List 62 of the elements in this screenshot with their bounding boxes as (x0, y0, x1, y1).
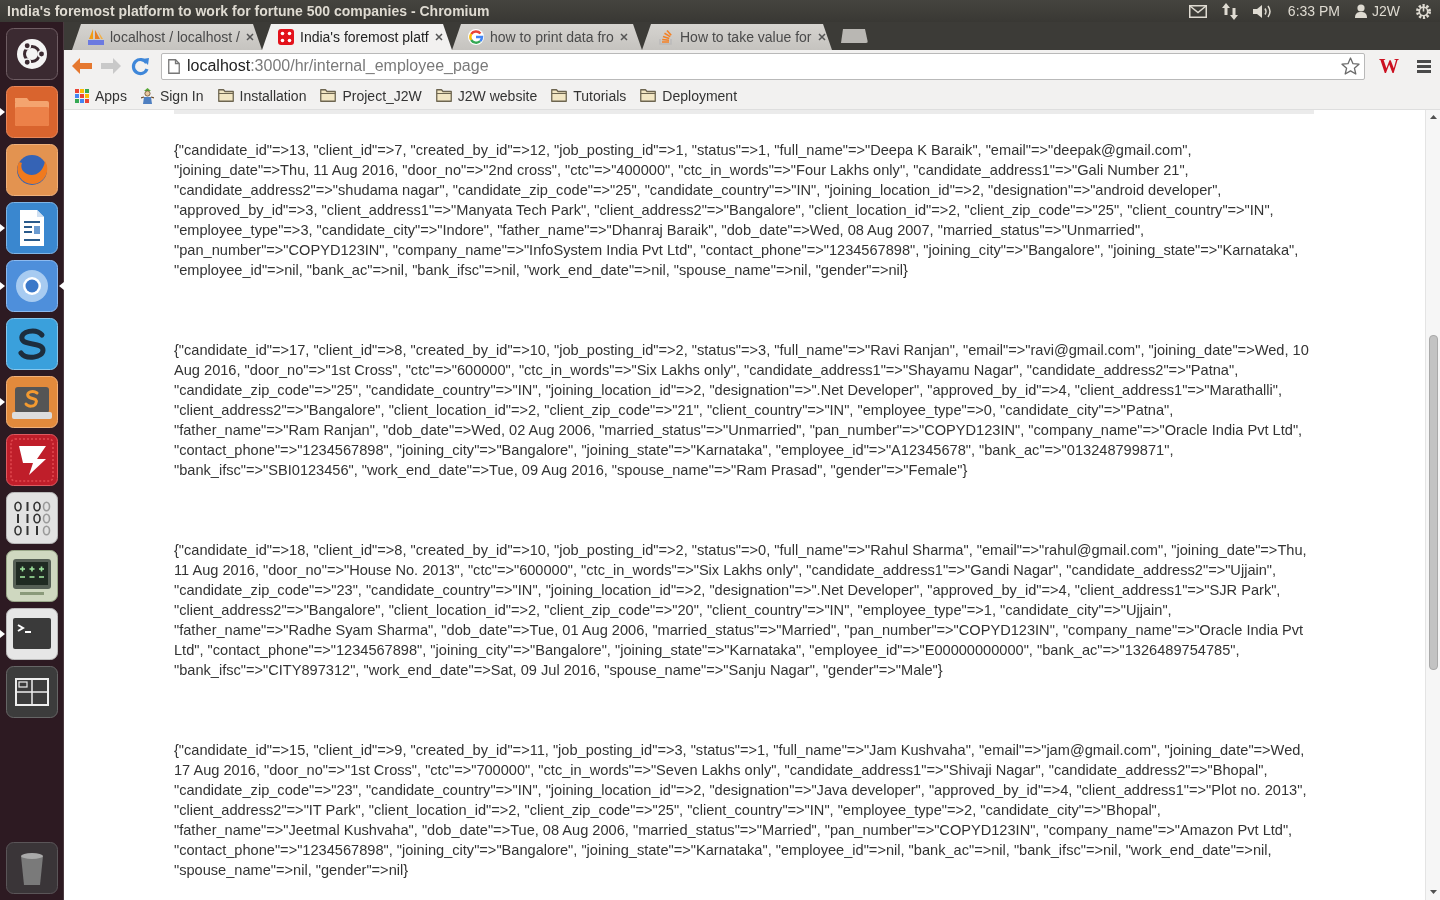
close-icon[interactable] (245, 33, 254, 41)
dash-logo-icon[interactable] (5, 28, 58, 80)
bookmark[interactable]: Project_J2W (317, 87, 425, 104)
gear-icon[interactable] (1415, 2, 1432, 20)
folder-icon (551, 89, 568, 102)
bolt-app-icon[interactable] (5, 434, 58, 486)
mail-icon[interactable] (1188, 4, 1207, 18)
dice-logo-icon (278, 29, 294, 45)
browser-tab[interactable]: how to print data fro (452, 24, 642, 50)
laptop-app-icon[interactable] (5, 376, 58, 428)
binary-app-icon[interactable] (5, 492, 58, 544)
stack-logo-icon (658, 29, 674, 45)
clock[interactable]: 6:33 PM (1287, 3, 1340, 19)
scroll-down-icon[interactable] (1429, 890, 1437, 894)
ring-app-icon[interactable] (5, 260, 58, 312)
folder-icon (217, 89, 234, 102)
menu-icon[interactable] (1417, 59, 1431, 73)
record-text: {"candidate_id"=>17, "client_id"=>8, "created_by_id"=>10, "job_posting_id"=>2, "status"=>3, "full_name"=>"Ravi Ranjan", "email"=>"ravi@gmail.com", "joining_date"=>Wed, 10 Aug 2016, "door_no"=>"1st Cross", "ctc"=>"600000", "ctc_in_words"=>"Six Lakhs only", "candidate_address1"=>"Shayamu Nagar", "candidate_address2"=>"Patna", "candidate_zip_code"=>"25", "candidate_country"=>"IN", "joining_location_id"=>2, "designation"=>".Net Developer", "approved_by_id"=>4, "client_address1"=>"Marathalli", "client_address2"=>"Bangalore", "client_location_id"=>2, "client_zip_code"=>"21", "client_country"=>"IN", "employee_type"=>0, "candidate_city"=>"Patna", "father_name"=>"Ram Ranjan", "dob_date"=>Wed, 02 Aug 2006, "married_status"=>"Unmarried", "pan_number"=>"COPYD123IN", "company_name"=>"Oracle India Pvt Ltd", "contact_phone"=>"1234567898", "joining_city"=>"Bangalore", "joining_state"=>"Karnataka", "employee_id"=>"A12345678", "bank_ac"=>"013248799871", "bank_ifsc"=>"SBI0123456", "work_end_date"=>Tue, 09 Aug 2016, "spouse_name"=>"Ram Prasad", "gender"=>"Female"} (174, 341, 1310, 480)
user-name[interactable]: J2W (1372, 3, 1400, 19)
globe-app-icon[interactable] (5, 144, 58, 196)
record-text: {"candidate_id"=>18, "client_id"=>8, "created_by_id"=>10, "job_posting_id"=>2, "status"=>0, "full_name"=>"Rahul Sharma", "email"=>"rahul@gmail.com", "joining_date"=>Thu, 11 Aug 2016, "door_no"=>"House No. 2013", "ctc"=>"600000", "ctc_in_words"=>"Six Lakhs only", "candidate_address1"=>"Gandi Nagar", "candidate_address2"=>"Ujjain", "candidate_zip_code"=>"23", "candidate_country"=>"IN", "joining_location_id"=>2, "designation"=>".Net Developer", "approved_by_id"=>4, "client_address1"=>"SJR Park", "client_address2"=>"Bangalore", "client_location_id"=>2, "client_zip_code"=>"20", "client_country"=>"IN", "employee_type"=>1, "candidate_city"=>"Ujjain", "father_name"=>"Radhe Syam Sharma", "dob_date"=>Tue, 01 Aug 2006, "married_status"=>"Married", "pan_number"=>"COPYD123IN", "company_name"=>"Oracle India Pvt Ltd", "contact_phone"=>"1234567898", "joining_city"=>"Bangalore", "joining_state"=>"Karnataka", "employee_id"=>"E00000000000", "bank_ac"=>"1326489754785", "bank_ifsc"=>"CITY897312", "work_end_date"=>Sat, 09 Jul 2016, "spouse_name"=>"Sanju Nagar", "gender"=>"Male"} (174, 541, 1308, 680)
bookmark[interactable]: J2W website (432, 87, 541, 104)
browser-tab[interactable]: localhost / localhost / (72, 24, 262, 50)
person-figure-icon (140, 87, 154, 104)
folder-icon (435, 89, 452, 102)
close-icon[interactable] (817, 33, 826, 41)
terminal-icon[interactable] (5, 608, 58, 660)
bookmark[interactable]: Apps (72, 87, 130, 104)
s-curve-app-icon[interactable] (5, 318, 58, 370)
extension-button[interactable]: W (1375, 55, 1403, 77)
folder-icon (320, 89, 337, 102)
bookmark[interactable]: Installation (214, 87, 310, 104)
back-arrow-icon (72, 58, 92, 74)
apps-grid-icon (75, 88, 89, 103)
monitor-app-icon[interactable] (5, 550, 58, 602)
g-logo-icon (468, 29, 484, 45)
scroll-up-icon[interactable] (1429, 115, 1437, 119)
bookmark[interactable]: Tutorials (548, 87, 630, 104)
document-app-icon[interactable] (5, 202, 58, 254)
bookmark[interactable]: Deployment (637, 87, 741, 104)
folder-app-icon[interactable] (5, 86, 58, 138)
page-icon (168, 58, 180, 74)
folder-icon (640, 89, 657, 102)
record-text: {"candidate_id"=>13, "client_id"=>7, "created_by_id"=>12, "job_posting_id"=>1, "status"=>1, "full_name"=>"Deepa K Baraik", "email"=>"deepak@gmail.com", "joining_date"=>Thu, 11 Aug 2016, "door_no"=>"2nd cross", "ctc"=>"400000", "ctc_in_words"=>"Four Lakhs only", "candidate_address1"=>"Gali Number 21", "candidate_address2"=>"shudama nagar", "candidate_zip_code"=>"25", "candidate_country"=>"IN", "joining_location_id"=>2, "designation"=>"android developer", "approved_by_id"=>3, "client_address1"=>"Manyata Tech Park", "client_address2"=>"Bangalore", "client_location_id"=>2, "client_zip_code"=>"25", "client_country"=>"IN", "employee_type"=>3, "candidate_city"=>"Indore", "father_name"=>"Dhanraj Baraik", "dob_date"=>Wed, 08 Aug 2007, "married_status"=>"Unmarried", "pan_number"=>"COPYD123IN", "company_name"=>"InfoSystem India Pvt Ltd", "contact_phone"=>"1234567898", "joining_city"=>"Bangalore", "joining_state"=>"Karnataka", "employee_id"=>nil, "bank_ac"=>nil, "bank_ifsc"=>nil, "work_end_date"=>nil, "spouse_name"=>nil, "gender"=>nil} (174, 141, 1300, 280)
user-icon[interactable] (1355, 4, 1367, 18)
scrollbar-thumb[interactable] (1428, 335, 1438, 670)
star-icon[interactable] (1341, 57, 1360, 75)
close-icon[interactable] (434, 33, 443, 41)
close-icon[interactable] (619, 33, 628, 41)
up-down-arrows-icon[interactable] (1221, 2, 1238, 20)
record-text: {"candidate_id"=>15, "client_id"=>9, "created_by_id"=>11, "job_posting_id"=>3, "status"=>1, "full_name"=>"Jam Kushvaha", "email"=>"jam@gmail.com", "joining_date"=>Wed, 17 Aug 2016, "door_no"=>"1st Cross", "ctc"=>"700000", "ctc_in_words"=>"Seven Lakhs only", "candidate_address1"=>"Shivaji Nagar", "candidate_address2"=>"Bhopal", "candidate_zip_code"=>"23", "candidate_country"=>"IN", "joining_location_id"=>2, "designation"=>"Java developer", "approved_by_id"=>4, "client_address1"=>"Plot no. 2013", "client_address2"=>"IT Park", "client_location_id"=>2, "client_zip_code"=>"25", "client_country"=>"IN", "employee_type"=>2, "candidate_city"=>"Bhopal", "father_name"=>"Jeetmal Kushvaha", "dob_date"=>Tue, 08 Aug 2006, "married_status"=>"Married", "pan_number"=>"COPYD123IN", "company_name"=>"Amazon Pvt Ltd", "contact_phone"=>"1234567898", "joining_city"=>"Bangalore", "joining_state"=>"Karnataka", "employee_id"=>nil, "bank_ac"=>nil, "bank_ifsc"=>nil, "work_end_date"=>nil, "spouse_name"=>nil, "gender"=>nil} (174, 741, 1308, 880)
bookmark[interactable]: Sign In (137, 87, 207, 104)
volume-icon[interactable] (1252, 3, 1273, 19)
browser-tab[interactable]: India's foremost platf (262, 24, 452, 50)
window-title: India's foremost platform to work for fortune 500 companies - Chromium (7, 3, 490, 19)
browser-tab[interactable]: How to take value for (642, 24, 832, 50)
sails-logo-icon (88, 29, 104, 45)
trash-icon[interactable] (5, 842, 58, 894)
address-field[interactable]: localhost:3000/hr/internal_employee_page (161, 52, 1365, 80)
reload-icon (130, 56, 150, 76)
workspaces-icon[interactable] (5, 666, 58, 718)
forward-arrow-icon (101, 58, 121, 74)
